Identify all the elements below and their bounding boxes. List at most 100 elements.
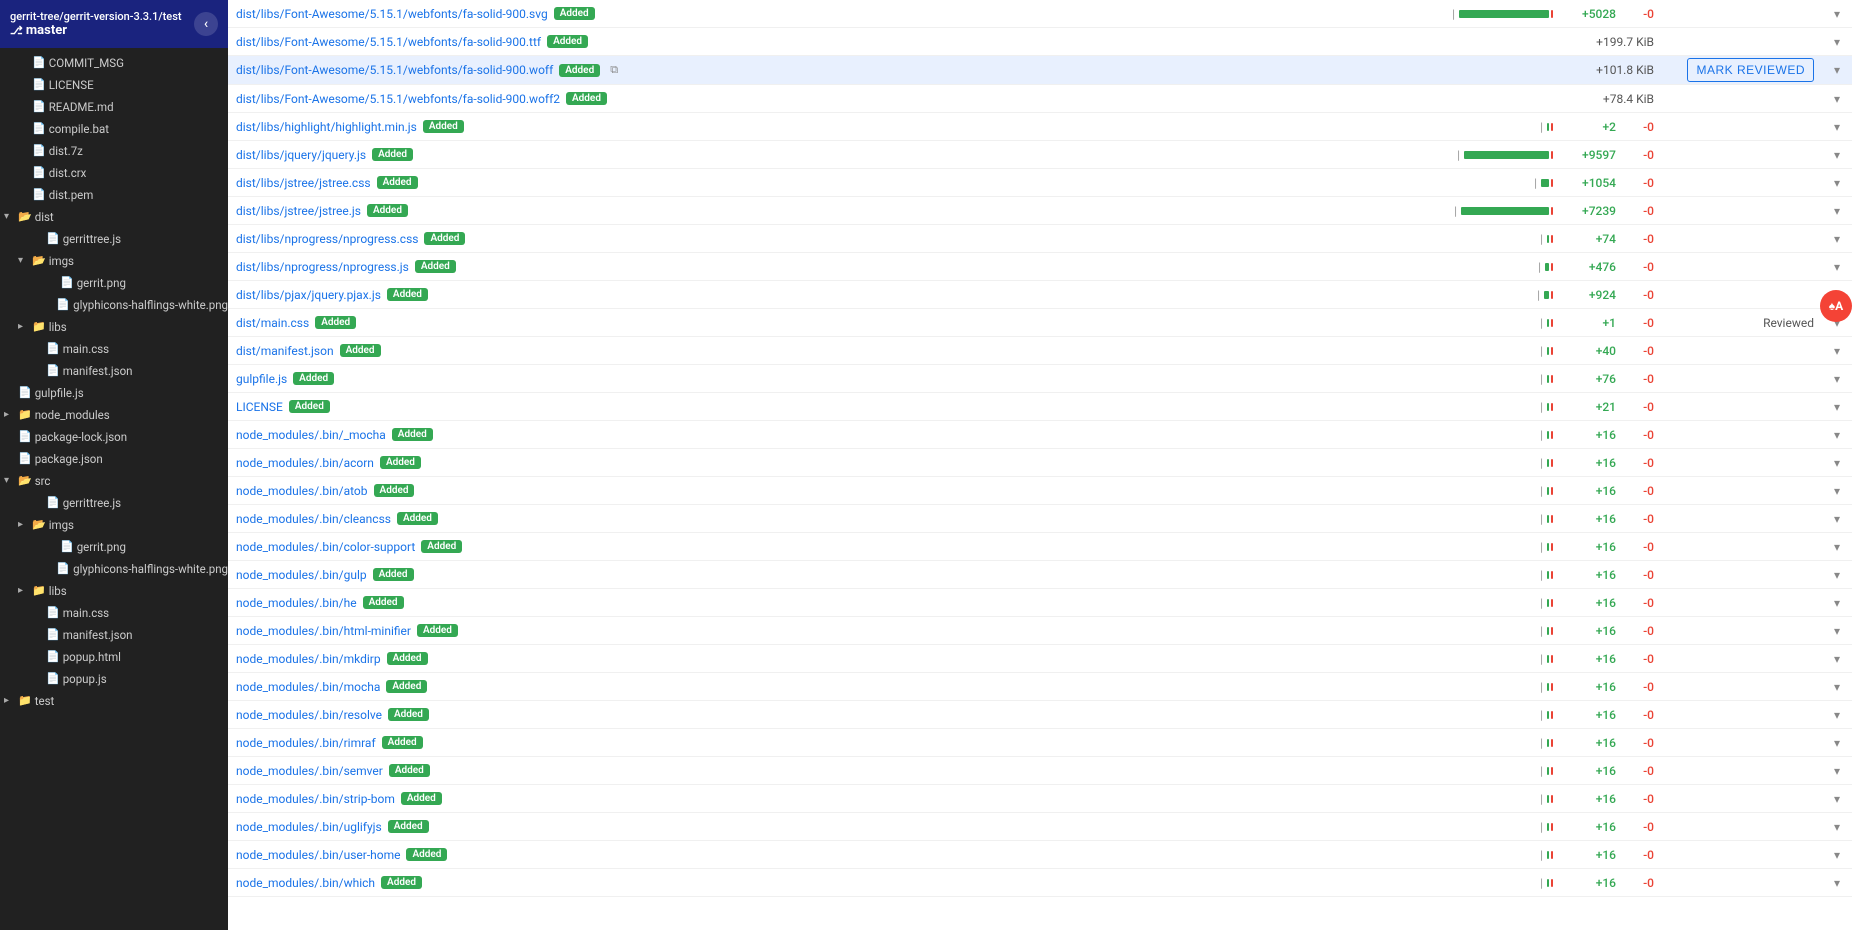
file-name-link[interactable]: node_modules/.bin/_mocha	[236, 428, 386, 442]
expand-icon[interactable]: ▾	[1834, 736, 1840, 750]
file-name-link[interactable]: node_modules/.bin/cleancss	[236, 512, 391, 526]
expand-icon[interactable]: ▾	[1834, 708, 1840, 722]
tree-toggle[interactable]: ▸	[18, 582, 32, 600]
sidebar-item-dist[interactable]: ▾📂dist	[0, 206, 228, 228]
file-name-link[interactable]: node_modules/.bin/rimraf	[236, 736, 376, 750]
sidebar-item-distpem[interactable]: 📄dist.pem	[0, 184, 228, 206]
sidebar-item-compile_bat[interactable]: 📄compile.bat	[0, 118, 228, 140]
sidebar-collapse-button[interactable]: ‹	[194, 12, 218, 36]
file-name-link[interactable]: node_modules/.bin/strip-bom	[236, 792, 395, 806]
file-name-link[interactable]: dist/libs/nprogress/nprogress.js	[236, 260, 409, 274]
file-name-link[interactable]: dist/libs/Font-Awesome/5.15.1/webfonts/f…	[236, 92, 560, 106]
sidebar-item-readme[interactable]: 📄README.md	[0, 96, 228, 118]
file-name-link[interactable]: node_modules/.bin/user-home	[236, 848, 400, 862]
expand-icon[interactable]: ▾	[1834, 540, 1840, 554]
file-name-link[interactable]: dist/libs/jstree/jstree.js	[236, 204, 361, 218]
file-name-link[interactable]: node_modules/.bin/he	[236, 596, 357, 610]
tree-toggle[interactable]: ▸	[18, 516, 32, 534]
file-name-link[interactable]: LICENSE	[236, 400, 283, 414]
expand-icon[interactable]: ▾	[1834, 568, 1840, 582]
expand-icon[interactable]: ▾	[1834, 120, 1840, 134]
expand-icon[interactable]: ▾	[1834, 848, 1840, 862]
file-name-link[interactable]: dist/libs/pjax/jquery.pjax.js	[236, 288, 381, 302]
expand-icon[interactable]: ▾	[1834, 232, 1840, 246]
sidebar-item-src_main_css[interactable]: 📄main.css	[0, 602, 228, 624]
expand-icon[interactable]: ▾	[1834, 652, 1840, 666]
expand-icon[interactable]: ▾	[1834, 624, 1840, 638]
tree-toggle[interactable]: ▸	[18, 318, 32, 336]
tree-toggle[interactable]: ▸	[4, 406, 18, 424]
file-name-link[interactable]: dist/libs/Font-Awesome/5.15.1/webfonts/f…	[236, 35, 541, 49]
expand-icon[interactable]: ▾	[1834, 484, 1840, 498]
sidebar-item-test[interactable]: ▸📁test	[0, 690, 228, 712]
expand-icon[interactable]: ▾	[1834, 596, 1840, 610]
file-name-link[interactable]: node_modules/.bin/uglifyjs	[236, 820, 382, 834]
avatar[interactable]: ♠A	[1820, 290, 1852, 322]
file-name-link[interactable]: node_modules/.bin/semver	[236, 764, 383, 778]
file-name-link[interactable]: node_modules/.bin/gulp	[236, 568, 367, 582]
expand-icon[interactable]: ▾	[1834, 35, 1840, 49]
file-name-link[interactable]: dist/libs/jstree/jstree.css	[236, 176, 371, 190]
tree-toggle[interactable]: ▾	[4, 208, 18, 226]
mark-reviewed-button[interactable]: MARK REVIEWED	[1687, 58, 1814, 82]
sidebar-item-imgs[interactable]: ▾📂imgs	[0, 250, 228, 272]
tree-toggle[interactable]: ▾	[18, 252, 32, 270]
sidebar-item-package_lock[interactable]: 📄package-lock.json	[0, 426, 228, 448]
sidebar-item-license[interactable]: 📄LICENSE	[0, 74, 228, 96]
tree-toggle[interactable]: ▸	[4, 692, 18, 710]
sidebar-item-src_popup_html[interactable]: 📄popup.html	[0, 646, 228, 668]
expand-icon[interactable]: ▾	[1834, 204, 1840, 218]
expand-icon[interactable]: ▾	[1834, 764, 1840, 778]
sidebar-item-libs[interactable]: ▸📁libs	[0, 316, 228, 338]
expand-icon[interactable]: ▾	[1834, 512, 1840, 526]
file-name-link[interactable]: dist/main.css	[236, 316, 309, 330]
file-name-link[interactable]: node_modules/.bin/mkdirp	[236, 652, 381, 666]
expand-icon[interactable]: ▾	[1834, 344, 1840, 358]
tree-toggle[interactable]: ▾	[4, 472, 18, 490]
file-name-link[interactable]: dist/libs/nprogress/nprogress.css	[236, 232, 418, 246]
sidebar-item-src_gerrit_png[interactable]: 📄gerrit.png	[0, 536, 228, 558]
sidebar-item-distcrx[interactable]: 📄dist.crx	[0, 162, 228, 184]
sidebar-item-gulpfile[interactable]: 📄gulpfile.js	[0, 382, 228, 404]
sidebar-item-dist7z[interactable]: 📄dist.7z	[0, 140, 228, 162]
file-name-link[interactable]: node_modules/.bin/atob	[236, 484, 368, 498]
expand-icon[interactable]: ▾	[1834, 372, 1840, 386]
sidebar-item-main_css[interactable]: 📄main.css	[0, 338, 228, 360]
file-name-link[interactable]: node_modules/.bin/mocha	[236, 680, 380, 694]
expand-icon[interactable]: ▾	[1834, 456, 1840, 470]
file-name-link[interactable]: node_modules/.bin/html-minifier	[236, 624, 411, 638]
sidebar-item-src_gerrittree[interactable]: 📄gerrittree.js	[0, 492, 228, 514]
file-name-link[interactable]: node_modules/.bin/acorn	[236, 456, 374, 470]
expand-icon[interactable]: ▾	[1834, 92, 1840, 106]
sidebar-item-src_imgs[interactable]: ▸📂imgs	[0, 514, 228, 536]
expand-icon[interactable]: ▾	[1834, 7, 1840, 21]
file-name-link[interactable]: dist/libs/Font-Awesome/5.15.1/webfonts/f…	[236, 7, 548, 21]
file-name-link[interactable]: node_modules/.bin/color-support	[236, 540, 415, 554]
sidebar-item-src_libs[interactable]: ▸📁libs	[0, 580, 228, 602]
file-name-link[interactable]: dist/libs/highlight/highlight.min.js	[236, 120, 417, 134]
sidebar-item-src[interactable]: ▾📂src	[0, 470, 228, 492]
file-name-link[interactable]: dist/libs/Font-Awesome/5.15.1/webfonts/f…	[236, 63, 553, 77]
file-name-link[interactable]: node_modules/.bin/which	[236, 876, 375, 890]
expand-icon[interactable]: ▾	[1834, 428, 1840, 442]
expand-icon[interactable]: ▾	[1834, 176, 1840, 190]
sidebar-item-gerrit_png[interactable]: 📄gerrit.png	[0, 272, 228, 294]
sidebar-item-src_popup_js[interactable]: 📄popup.js	[0, 668, 228, 690]
sidebar-item-package_json[interactable]: 📄package.json	[0, 448, 228, 470]
expand-icon[interactable]: ▾	[1834, 63, 1840, 77]
sidebar-item-node_modules[interactable]: ▸📁node_modules	[0, 404, 228, 426]
sidebar-item-src_glyphicons[interactable]: 📄glyphicons-halflings-white.png	[0, 558, 228, 580]
expand-icon[interactable]: ▾	[1834, 680, 1840, 694]
sidebar-item-gerrittree_js[interactable]: 📄gerrittree.js	[0, 228, 228, 250]
expand-icon[interactable]: ▾	[1834, 876, 1840, 890]
expand-icon[interactable]: ▾	[1834, 792, 1840, 806]
sidebar-item-commit_msg[interactable]: 📄COMMIT_MSG	[0, 52, 228, 74]
expand-icon[interactable]: ▾	[1834, 260, 1840, 274]
expand-icon[interactable]: ▾	[1834, 400, 1840, 414]
file-name-link[interactable]: node_modules/.bin/resolve	[236, 708, 382, 722]
sidebar-item-manifest_json[interactable]: 📄manifest.json	[0, 360, 228, 382]
expand-icon[interactable]: ▾	[1834, 148, 1840, 162]
file-name-link[interactable]: dist/manifest.json	[236, 344, 334, 358]
sidebar-item-src_manifest[interactable]: 📄manifest.json	[0, 624, 228, 646]
file-name-link[interactable]: dist/libs/jquery/jquery.js	[236, 148, 366, 162]
